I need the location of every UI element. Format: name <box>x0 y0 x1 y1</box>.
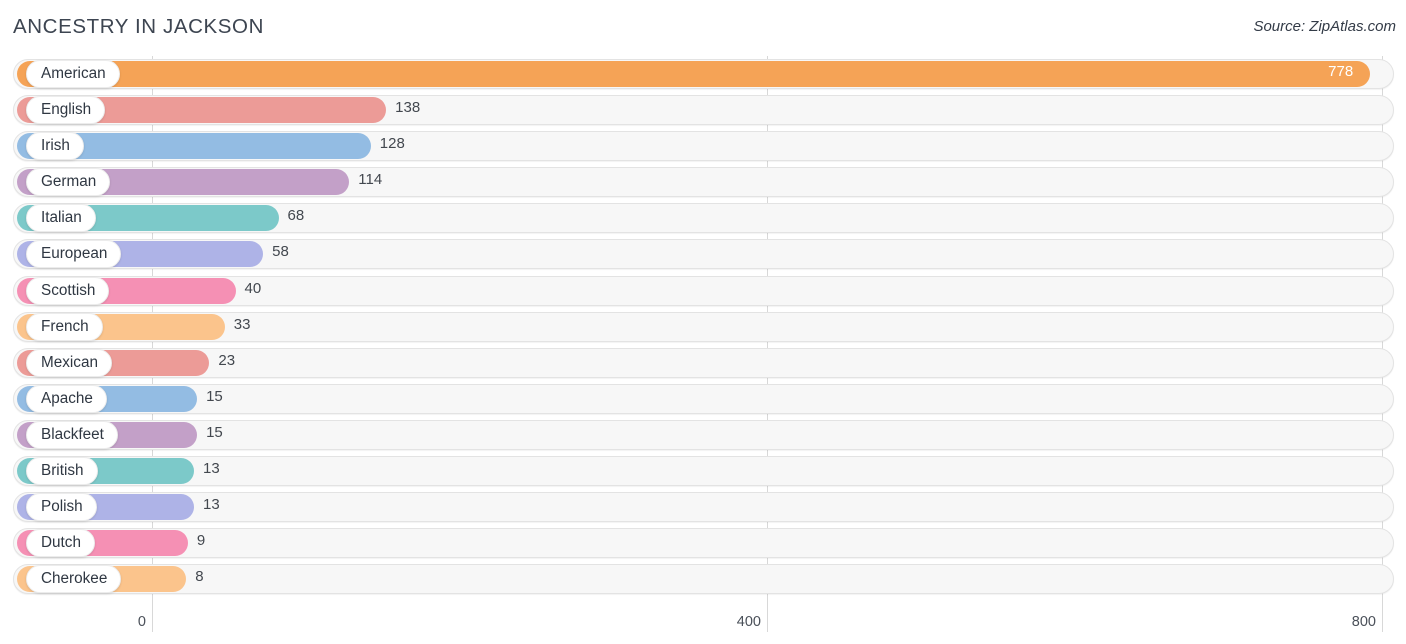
bar-value: 778 <box>1328 63 1354 80</box>
bar-label: French <box>41 317 89 335</box>
bar-label: British <box>41 462 84 480</box>
bar-value: 13 <box>202 496 220 514</box>
bar-label-pill: Apache <box>26 384 107 413</box>
bar-row[interactable]: Italian 68 <box>0 200 1406 236</box>
bar-value: 33 <box>233 315 251 333</box>
axis-tick-mark <box>152 608 153 632</box>
bar-row[interactable]: Irish 128 <box>0 128 1406 164</box>
bar-label-pill: Cherokee <box>26 565 122 594</box>
bar-label-pill: Italian <box>26 204 96 233</box>
source-attribution: Source: ZipAtlas.com <box>1253 18 1396 35</box>
bar-label: German <box>41 173 97 191</box>
bar-label-pill: Scottish <box>26 276 110 305</box>
bar-label: Scottish <box>41 281 96 299</box>
bar-label-pill: Blackfeet <box>26 420 118 449</box>
bar-fill[interactable] <box>17 61 1371 87</box>
bar-label: Apache <box>41 389 93 407</box>
bar-row[interactable]: American 778 <box>0 56 1406 92</box>
chart-header: ANCESTRY IN JACKSON Source: ZipAtlas.com <box>0 0 1406 56</box>
bar-row[interactable]: European 58 <box>0 236 1406 272</box>
axis-tick-mark <box>1382 608 1383 632</box>
axis-tick-label: 0 <box>137 614 146 630</box>
bar-track <box>13 492 1394 523</box>
bar-label-pill: British <box>26 457 98 486</box>
bar-value: 68 <box>287 207 305 225</box>
bar-row[interactable]: Cherokee 8 <box>0 561 1406 597</box>
bar-row[interactable]: Scottish 40 <box>0 273 1406 309</box>
bar-label-pill: Mexican <box>26 348 112 377</box>
bar-label: Cherokee <box>41 570 108 588</box>
bar-value: 9 <box>196 532 206 550</box>
bar-track <box>13 564 1394 595</box>
bar-value: 58 <box>272 243 289 261</box>
bar-row[interactable]: German 114 <box>0 164 1406 200</box>
bar-label: European <box>41 245 108 263</box>
plot-area: American 778 English 138 Irish 128 German 114 It… <box>0 56 1406 644</box>
bar-label-pill: European <box>26 240 122 269</box>
bar-label: Dutch <box>41 534 81 552</box>
bar-row[interactable]: Polish 13 <box>0 489 1406 525</box>
bar-value: 40 <box>244 279 262 297</box>
bar-value: 13 <box>202 460 220 478</box>
bar-label: English <box>41 101 92 119</box>
bar-label: Irish <box>41 137 70 155</box>
axis-tick-label: 800 <box>1351 614 1376 630</box>
bar-row[interactable]: French 33 <box>0 309 1406 345</box>
bar-row[interactable]: English 138 <box>0 92 1406 128</box>
bar-value: 138 <box>395 99 421 117</box>
bar-label-pill: Polish <box>26 493 97 522</box>
bar-value: 8 <box>195 568 204 586</box>
axis-tick-label: 400 <box>736 614 761 630</box>
bar-label-pill: Dutch <box>26 529 95 558</box>
bar-track <box>13 456 1394 487</box>
bar-label: Blackfeet <box>41 425 104 443</box>
bar-label: Italian <box>41 209 82 227</box>
bar-label: American <box>41 65 106 82</box>
bar-value: 15 <box>206 387 223 405</box>
bar-row[interactable]: British 13 <box>0 453 1406 489</box>
bar-label-pill: Irish <box>26 132 84 161</box>
bar-label-pill: German <box>26 168 111 197</box>
chart-page: ANCESTRY IN JACKSON Source: ZipAtlas.com… <box>0 0 1406 644</box>
bar-label-pill: French <box>26 312 103 341</box>
bar-label: Polish <box>41 498 83 516</box>
bar-value: 128 <box>379 135 405 153</box>
bar-row[interactable]: Apache 15 <box>0 381 1406 417</box>
bar-label-pill: English <box>26 96 106 125</box>
page-title: ANCESTRY IN JACKSON <box>13 15 265 38</box>
bar-row[interactable]: Dutch 9 <box>0 525 1406 561</box>
bar-rows: American 778 English 138 Irish 128 German 114 It… <box>0 56 1406 597</box>
x-axis: 0 400 800 <box>0 608 1406 644</box>
axis-tick-mark <box>767 608 768 632</box>
bar-row[interactable]: Mexican 23 <box>0 345 1406 381</box>
bar-row[interactable]: Blackfeet 15 <box>0 417 1406 453</box>
bar-value: 15 <box>206 423 223 441</box>
bar-track <box>13 528 1394 559</box>
bar-value: 114 <box>358 171 383 189</box>
bar-label-pill: American <box>26 60 120 88</box>
bar-label: Mexican <box>41 353 98 371</box>
bar-value: 23 <box>218 351 236 369</box>
